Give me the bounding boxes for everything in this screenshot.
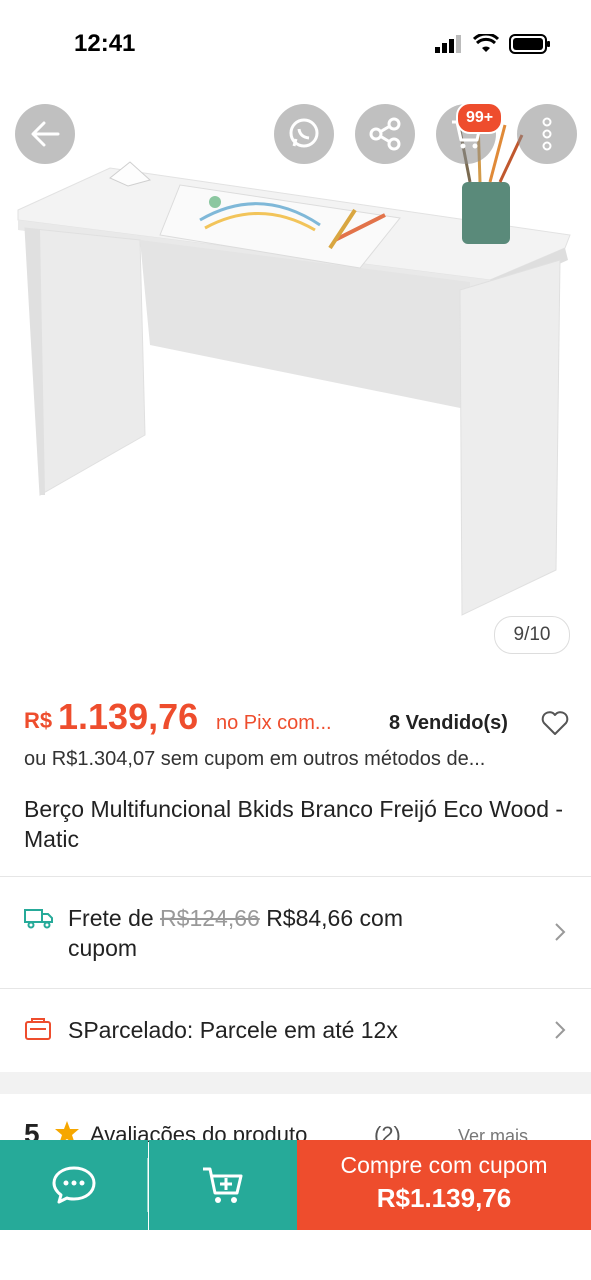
chat-icon	[52, 1166, 96, 1204]
buy-label: Compre com cupom	[340, 1152, 548, 1178]
shipping-old-price: R$124,66	[160, 905, 260, 931]
desk-illustration	[17, 119, 571, 616]
price-row: R$ 1.139,76 no Pix com... 8 Vendido(s)	[24, 696, 569, 740]
installments-label: SParcelado: Parcele em até 12x	[68, 1017, 398, 1043]
bottom-action-bar: Compre com cupom R$1.139,76	[0, 1140, 591, 1230]
pix-label[interactable]: no Pix com...	[216, 712, 332, 735]
more-button[interactable]	[517, 104, 577, 164]
add-to-cart-button[interactable]	[149, 1140, 297, 1230]
truck-icon	[24, 909, 53, 929]
whatsapp-share-button[interactable]	[274, 104, 334, 164]
shipping-text: Frete de R$124,66 R$84,66 com cupom	[68, 903, 508, 963]
whatsapp-icon	[289, 118, 319, 148]
cart-plus-icon	[203, 1167, 243, 1203]
shipping-row[interactable]: Frete de R$124,66 R$84,66 com cupom	[0, 877, 591, 987]
chevron-right-icon	[555, 923, 566, 941]
chat-button[interactable]	[0, 1140, 148, 1230]
installments-row[interactable]: SParcelado: Parcele em até 12x	[0, 989, 591, 1071]
chevron-right-icon	[555, 1021, 566, 1039]
shipping-suffix: cupom	[68, 935, 138, 961]
cart-badge: 99+	[456, 102, 504, 134]
sold-count: 8 Vendido(s)	[389, 712, 508, 734]
status-icons	[435, 34, 551, 54]
signal-icon	[435, 35, 461, 53]
arrow-left-icon	[31, 121, 60, 147]
share-icon	[369, 117, 401, 151]
buy-price: R$1.139,76	[376, 1183, 512, 1213]
share-button[interactable]	[355, 104, 415, 164]
price-value: 1.139,76	[58, 696, 199, 737]
card-icon	[25, 1018, 51, 1040]
product-title: Berço Multifuncional Bkids Branco Freijó…	[24, 796, 564, 852]
battery-icon	[509, 34, 550, 54]
status-time: 12:41	[74, 30, 136, 57]
heart-icon[interactable]	[541, 710, 569, 736]
section-separator	[0, 1072, 591, 1094]
back-button[interactable]	[15, 104, 75, 164]
wifi-icon	[473, 34, 499, 52]
image-counter: 9/10	[494, 616, 570, 654]
more-vertical-icon	[542, 117, 552, 151]
shipping-prefix: Frete de	[68, 905, 154, 931]
alt-price-text: ou R$1.304,07 sem cupom em outros método…	[24, 748, 486, 770]
price-currency: R$	[24, 708, 53, 733]
buy-with-coupon-button[interactable]: Compre com cupom R$1.139,76	[297, 1140, 591, 1230]
shipping-new-price: R$84,66 com	[266, 905, 403, 931]
product-image[interactable]	[0, 90, 591, 670]
